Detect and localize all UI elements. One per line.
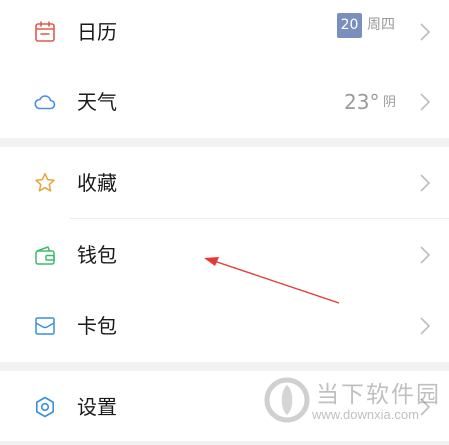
weekday-text: 周四: [367, 17, 395, 33]
settings-label: 设置: [77, 395, 117, 419]
menu-item-settings[interactable]: 设置: [0, 371, 449, 443]
weather-label: 天气: [77, 90, 117, 114]
chevron-right-icon: [420, 398, 431, 416]
menu-item-weather[interactable]: 天气 23° 阴: [0, 66, 449, 138]
date-badge: 20: [337, 13, 362, 38]
card-pack-label: 卡包: [77, 314, 117, 338]
favorites-label: 收藏: [77, 171, 117, 195]
chevron-right-icon: [420, 93, 431, 111]
section-gap: [0, 138, 449, 147]
chevron-right-icon: [420, 317, 431, 335]
card-icon: [35, 317, 55, 335]
menu-item-calendar[interactable]: 日历 20 周四: [0, 0, 449, 68]
calendar-label: 日历: [77, 20, 117, 44]
weather-condition-text: 阴: [383, 95, 397, 110]
cloud-icon: [34, 95, 56, 110]
chevron-right-icon: [420, 246, 431, 264]
temperature-text: 23°: [344, 90, 380, 114]
section-gap: [0, 362, 449, 371]
calendar-icon: [35, 21, 55, 42]
chevron-right-icon: [420, 23, 431, 41]
star-icon: [35, 173, 55, 192]
chevron-right-icon: [420, 174, 431, 192]
section-gap: [0, 441, 449, 445]
menu-item-wallet[interactable]: 钱包: [0, 219, 449, 291]
menu-item-card-pack[interactable]: 卡包: [0, 290, 449, 362]
wallet-label: 钱包: [77, 243, 117, 267]
menu-item-favorites[interactable]: 收藏: [0, 147, 449, 219]
gear-icon: [35, 396, 55, 418]
wallet-icon: [35, 246, 55, 265]
